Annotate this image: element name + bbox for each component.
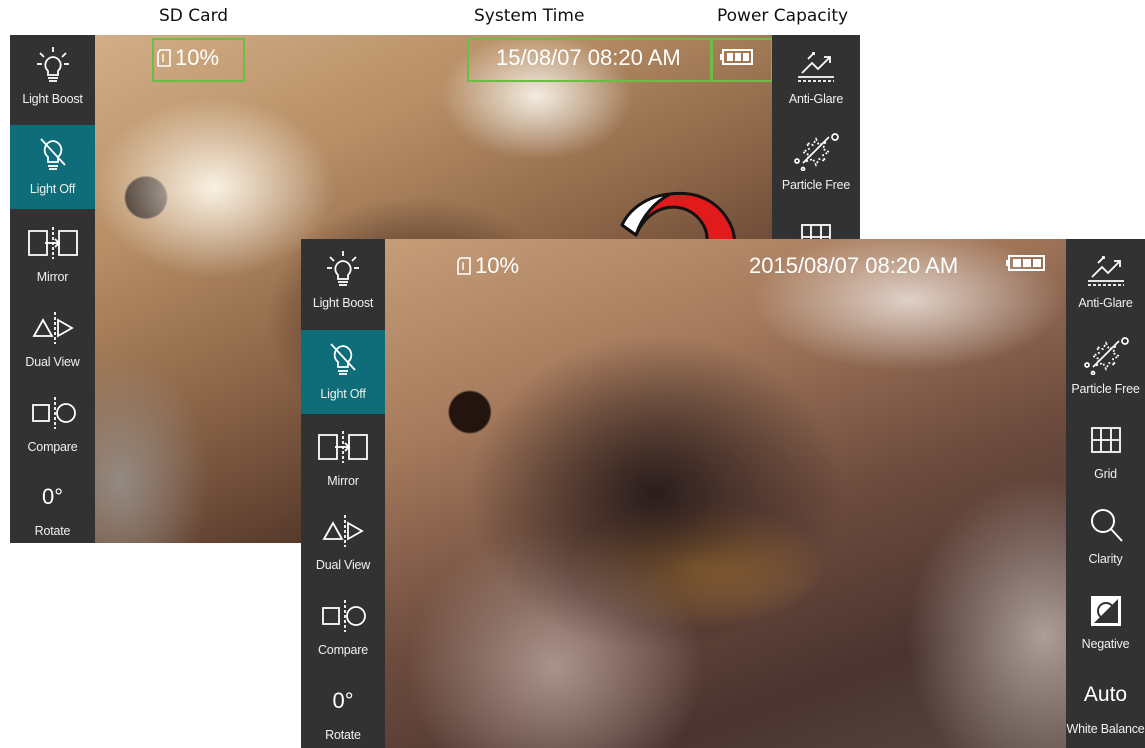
tool-label: Clarity <box>1088 552 1123 566</box>
mirror-icon <box>10 223 95 263</box>
rotate-button[interactable]: 0° Rotate <box>301 671 385 748</box>
white-balance-button[interactable]: Auto White Balance <box>1066 665 1145 748</box>
tool-label: Particle Free <box>781 178 851 192</box>
sd-card-icon <box>157 40 171 80</box>
particle-free-icon <box>1066 335 1145 375</box>
tool-label: Dual View <box>25 355 80 369</box>
anti-glare-button[interactable]: Anti-Glare <box>772 35 860 119</box>
system-time: 2015/08/07 08:20 AM <box>749 253 959 278</box>
light-off-button[interactable]: Light Off <box>301 330 385 414</box>
camera-feed <box>301 239 1145 748</box>
rotate-button[interactable]: 0° Rotate <box>10 467 95 543</box>
light-boost-button[interactable]: Light Boost <box>301 239 385 323</box>
particle-free-button[interactable]: Particle Free <box>1066 325 1145 409</box>
light-off-button[interactable]: Light Off <box>10 125 95 209</box>
battery-full-icon <box>720 49 754 69</box>
rotate-value: 0° <box>332 688 354 713</box>
sd-card-status: 10% <box>157 38 219 80</box>
callout-sd-card: SD Card <box>159 6 229 26</box>
dual-view-icon <box>301 511 385 551</box>
tool-label: Light Off <box>320 387 366 401</box>
mirror-icon <box>301 427 385 467</box>
tool-label: Dual View <box>315 558 371 572</box>
negative-icon <box>1066 590 1145 630</box>
sd-card-status: 10% <box>457 246 519 288</box>
bulb-off-icon <box>301 340 385 380</box>
right-toolbar: Anti-Glare Particle Free Grid Clarity Ne… <box>1066 239 1145 748</box>
dual-view-button[interactable]: Dual View <box>10 298 95 382</box>
sd-card-icon <box>457 248 471 288</box>
magnifier-icon <box>1066 505 1145 545</box>
tool-label: Compare <box>27 440 78 454</box>
anti-glare-icon <box>772 45 860 85</box>
left-toolbar: Light Boost Light Off Mirror Dual View C… <box>10 35 95 543</box>
sd-card-percent: 10% <box>175 45 220 70</box>
tool-label: Rotate <box>325 728 361 742</box>
tool-label: Light Off <box>29 182 76 196</box>
tool-label: Light Boost <box>22 92 83 106</box>
tool-label: Particle Free <box>1071 382 1140 396</box>
rotate-value: 0° <box>41 484 64 509</box>
tool-label: Grid <box>1094 467 1117 481</box>
callout-system-time: System Time <box>474 6 585 26</box>
grid-button[interactable]: Grid <box>1066 410 1145 494</box>
particle-free-button[interactable]: Particle Free <box>772 121 860 205</box>
callout-power-capacity: Power Capacity <box>717 6 849 26</box>
anti-glare-icon <box>1066 249 1145 289</box>
left-toolbar: Light Boost Light Off Mirror Dual View C… <box>301 239 385 748</box>
tool-label: Compare <box>317 643 368 657</box>
tool-label: Mirror <box>327 474 359 488</box>
dual-view-icon <box>10 308 95 348</box>
tool-label: Mirror <box>36 270 69 284</box>
tool-label: Anti-Glare <box>1078 296 1133 310</box>
bulb-rays-icon <box>301 249 385 289</box>
sd-card-percent: 10% <box>475 253 520 278</box>
tool-label: Rotate <box>34 524 71 538</box>
compare-icon <box>301 596 385 636</box>
bulb-off-icon <box>10 135 95 175</box>
grid-icon <box>1066 420 1145 460</box>
tool-label: White Balance <box>1066 722 1145 736</box>
particle-free-icon <box>772 131 860 171</box>
compare-button[interactable]: Compare <box>10 383 95 467</box>
anti-glare-button[interactable]: Anti-Glare <box>1066 239 1145 323</box>
mirror-button[interactable]: Mirror <box>301 417 385 501</box>
mirror-button[interactable]: Mirror <box>10 213 95 297</box>
dual-view-button[interactable]: Dual View <box>301 501 385 585</box>
tool-label: Anti-Glare <box>788 92 844 106</box>
tool-label: Negative <box>1081 637 1130 651</box>
bulb-rays-icon <box>10 45 95 85</box>
white-balance-value: Auto <box>1083 683 1128 706</box>
light-boost-button[interactable]: Light Boost <box>10 35 95 119</box>
battery-full-icon <box>1006 255 1046 275</box>
system-time: 15/08/07 08:20 AM <box>496 45 681 70</box>
negative-button[interactable]: Negative <box>1066 580 1145 664</box>
compare-icon <box>10 393 95 433</box>
tool-label: Light Boost <box>312 296 374 310</box>
compare-button[interactable]: Compare <box>301 586 385 670</box>
screen-front: 10% 2015/08/07 08:20 AM Light Boost Ligh… <box>301 239 1145 748</box>
clarity-button[interactable]: Clarity <box>1066 495 1145 579</box>
